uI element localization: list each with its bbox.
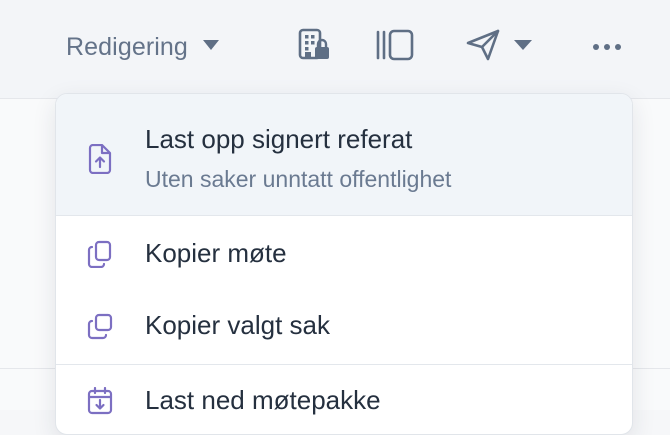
menu-item-copy-selected-case[interactable]: Kopier valgt sak — [56, 290, 632, 365]
building-lock-button[interactable] — [296, 27, 334, 67]
menu-item-subtitle: Uten saker unntatt offentlighet — [145, 166, 452, 192]
copy-icon — [87, 240, 113, 269]
file-upload-icon — [87, 143, 113, 175]
menu-item-download-meeting-package[interactable]: Last ned møtepakke — [56, 365, 632, 434]
menu-item-copy-meeting[interactable]: Kopier møte — [56, 216, 632, 290]
toolbar: Redigering — [0, 0, 670, 99]
more-horizontal-icon — [592, 38, 622, 56]
menu-item-title: Kopier valgt sak — [145, 310, 330, 340]
send-dropdown-button[interactable] — [465, 27, 537, 67]
mode-label: Redigering — [66, 32, 188, 61]
more-options-button[interactable] — [590, 27, 624, 67]
calendar-download-icon — [87, 386, 113, 415]
building-lock-icon — [297, 28, 333, 67]
panel-toggle-button[interactable] — [375, 27, 415, 67]
menu-item-title: Last ned møtepakke — [145, 385, 381, 415]
send-icon — [465, 28, 501, 67]
menu-item-title: Kopier møte — [145, 238, 287, 268]
caret-down-icon — [202, 38, 220, 56]
mode-dropdown-button[interactable]: Redigering — [66, 26, 220, 68]
menu-item-upload-signed-minutes[interactable]: Last opp signert referat Uten saker unnt… — [56, 94, 632, 216]
copy-outline-icon — [87, 312, 113, 340]
actions-dropdown-menu: Last opp signert referat Uten saker unnt… — [55, 93, 633, 435]
caret-down-icon — [513, 38, 533, 56]
menu-item-title: Last opp signert referat — [145, 124, 413, 154]
panel-toggle-icon — [375, 28, 415, 67]
